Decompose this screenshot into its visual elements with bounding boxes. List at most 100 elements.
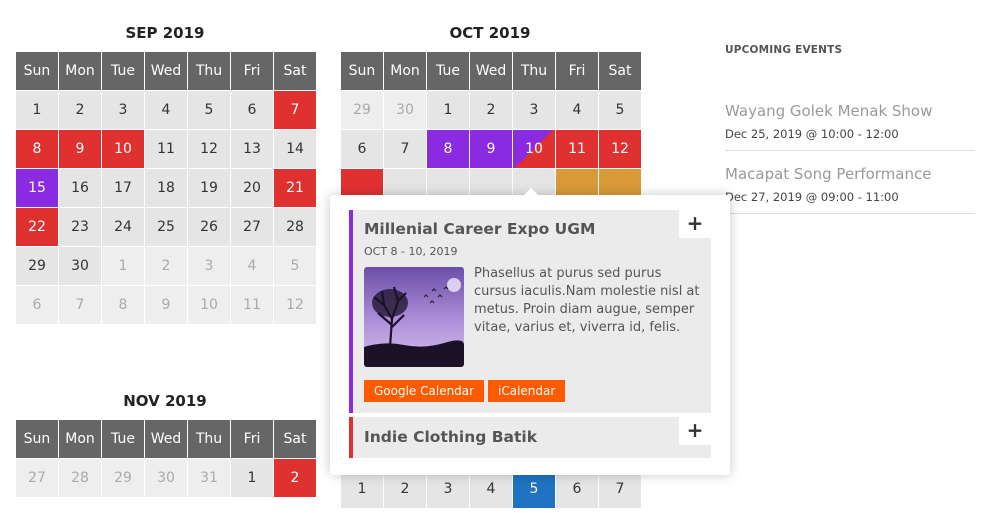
- calendar-day[interactable]: 3: [427, 470, 469, 508]
- calendar-day[interactable]: 30: [384, 91, 426, 129]
- weekday-header: Sat: [274, 420, 316, 458]
- calendar-day[interactable]: 6: [231, 91, 273, 129]
- calendar-day[interactable]: 2: [384, 470, 426, 508]
- calendar-day-event[interactable]: 12: [599, 130, 641, 168]
- calendar-day-event[interactable]: 22: [16, 208, 58, 246]
- calendar-day-event[interactable]: 9: [59, 130, 101, 168]
- event-card-millenial-career-expo[interactable]: Millenial Career Expo UGM + OCT 8 - 10, …: [349, 210, 711, 413]
- event-title[interactable]: Indie Clothing Batik: [364, 428, 537, 446]
- calendar-day[interactable]: 3: [188, 247, 230, 285]
- calendar-day[interactable]: 2: [470, 91, 512, 129]
- upcoming-event-link[interactable]: Macapat Song Performance: [725, 163, 975, 185]
- calendar-day[interactable]: 1: [341, 470, 383, 508]
- calendar-grid: Sun Mon Tue Wed Thu Fri Sat 29 30 1 2 3 4 5 6 7 8 9 10 11 12: [341, 52, 641, 207]
- calendar-day[interactable]: 11: [231, 286, 273, 324]
- calendar-day-event[interactable]: 2: [274, 459, 316, 497]
- calendar-day-event[interactable]: 7: [274, 91, 316, 129]
- expand-icon[interactable]: +: [679, 417, 711, 445]
- calendar-day[interactable]: 3: [513, 91, 555, 129]
- calendar-day[interactable]: 6: [16, 286, 58, 324]
- calendar-day[interactable]: 6: [341, 130, 383, 168]
- calendar-day-event[interactable]: 10: [513, 130, 555, 168]
- calendar-nov-2019: NOV 2019 Sun Mon Tue Wed Thu Fri Sat 27 28 29 30 31…: [16, 390, 316, 497]
- event-date: OCT 8 - 10, 2019: [364, 245, 458, 258]
- weekday-header: Fri: [556, 52, 598, 90]
- calendar-day-event[interactable]: 8: [427, 130, 469, 168]
- google-calendar-button[interactable]: Google Calendar: [364, 380, 485, 402]
- calendar-day[interactable]: 4: [231, 247, 273, 285]
- calendar-day[interactable]: 2: [145, 247, 187, 285]
- calendar-day-event[interactable]: 21: [274, 169, 316, 207]
- calendar-day[interactable]: 1: [427, 91, 469, 129]
- calendar-day[interactable]: 1: [231, 459, 273, 497]
- icalendar-button[interactable]: iCalendar: [488, 380, 566, 402]
- calendar-day[interactable]: 30: [59, 247, 101, 285]
- weekday-header: Wed: [145, 420, 187, 458]
- upcoming-event-link[interactable]: Wayang Golek Menak Show: [725, 100, 975, 122]
- upcoming-event-item: Wayang Golek Menak Show Dec 25, 2019 @ 1…: [725, 100, 975, 151]
- calendar-day[interactable]: 27: [231, 208, 273, 246]
- weekday-header: Tue: [102, 52, 144, 90]
- calendar-day[interactable]: 19: [188, 169, 230, 207]
- calendar-day[interactable]: 16: [59, 169, 101, 207]
- calendar-day[interactable]: 11: [145, 130, 187, 168]
- calendar-day[interactable]: 7: [599, 470, 641, 508]
- calendar-day[interactable]: 4: [145, 91, 187, 129]
- calendar-day[interactable]: 23: [59, 208, 101, 246]
- calendar-day[interactable]: 25: [145, 208, 187, 246]
- event-title[interactable]: Millenial Career Expo UGM: [364, 220, 595, 238]
- calendar-day-event[interactable]: 8: [16, 130, 58, 168]
- event-thumbnail-image: [364, 267, 464, 367]
- calendar-day[interactable]: 30: [145, 459, 187, 497]
- calendar-day[interactable]: 26: [188, 208, 230, 246]
- calendar-sep-2019: SEP 2019 Sun Mon Tue Wed Thu Fri Sat 1 2 3 4 5 6 7 8 9 1…: [16, 22, 316, 324]
- calendar-day[interactable]: 31: [188, 459, 230, 497]
- calendar-day[interactable]: 13: [231, 130, 273, 168]
- calendar-day[interactable]: 12: [274, 286, 316, 324]
- calendar-day[interactable]: 5: [274, 247, 316, 285]
- calendar-day[interactable]: 3: [102, 91, 144, 129]
- popup-arrow: [523, 188, 539, 196]
- calendar-day[interactable]: 14: [274, 130, 316, 168]
- calendar-day[interactable]: 27: [16, 459, 58, 497]
- calendar-day[interactable]: 1: [102, 247, 144, 285]
- calendar-day[interactable]: 4: [470, 470, 512, 508]
- weekday-header: Wed: [470, 52, 512, 90]
- calendar-day[interactable]: 29: [102, 459, 144, 497]
- calendar-day[interactable]: 7: [384, 130, 426, 168]
- calendar-day[interactable]: 24: [102, 208, 144, 246]
- calendar-grid: Sun Mon Tue Wed Thu Fri Sat 27 28 29 30 31 1 2: [16, 420, 316, 497]
- upcoming-event-item: Macapat Song Performance Dec 27, 2019 @ …: [725, 163, 975, 214]
- calendar-day-event[interactable]: 10: [102, 130, 144, 168]
- calendar-grid: 1234567: [341, 470, 641, 508]
- weekday-header: Sun: [341, 52, 383, 90]
- calendar-day[interactable]: 29: [16, 247, 58, 285]
- calendar-day[interactable]: 2: [59, 91, 101, 129]
- calendar-day[interactable]: 1: [16, 91, 58, 129]
- calendar-day[interactable]: 5: [188, 91, 230, 129]
- event-description: Phasellus at purus sed purus cursus iacu…: [474, 266, 700, 335]
- calendar-day[interactable]: 12: [188, 130, 230, 168]
- weekday-header: Sat: [274, 52, 316, 90]
- calendar-day[interactable]: 5: [599, 91, 641, 129]
- calendar-day[interactable]: 29: [341, 91, 383, 129]
- calendar-day[interactable]: 8: [102, 286, 144, 324]
- event-card-indie-clothing-batik[interactable]: Indie Clothing Batik +: [349, 417, 711, 458]
- calendar-day[interactable]: 28: [59, 459, 101, 497]
- calendar-day[interactable]: 4: [556, 91, 598, 129]
- calendar-day-event[interactable]: 5: [513, 470, 555, 508]
- calendar-day[interactable]: 10: [188, 286, 230, 324]
- calendar-day-event[interactable]: 9: [470, 130, 512, 168]
- calendar-day-event[interactable]: 15: [16, 169, 58, 207]
- expand-icon[interactable]: +: [679, 210, 711, 238]
- weekday-header: Mon: [384, 52, 426, 90]
- calendar-day[interactable]: 17: [102, 169, 144, 207]
- calendar-day[interactable]: 7: [59, 286, 101, 324]
- calendar-day[interactable]: 20: [231, 169, 273, 207]
- calendar-day[interactable]: 18: [145, 169, 187, 207]
- calendar-day[interactable]: 9: [145, 286, 187, 324]
- calendar-oct-2019: OCT 2019 Sun Mon Tue Wed Thu Fri Sat 29 30 1 2 3 4 5 6…: [341, 22, 641, 207]
- calendar-day[interactable]: 6: [556, 470, 598, 508]
- calendar-day[interactable]: 28: [274, 208, 316, 246]
- calendar-day-event[interactable]: 11: [556, 130, 598, 168]
